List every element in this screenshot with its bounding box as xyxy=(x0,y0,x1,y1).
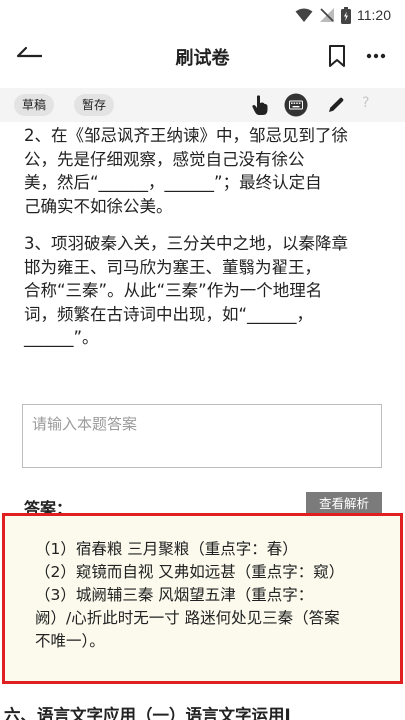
question-2-line: 己确实不如徐公美。 xyxy=(24,196,173,216)
status-icons: 11:20 xyxy=(295,6,391,24)
answer-line: 不唯一）。 xyxy=(35,632,105,650)
question-3-line: 合称“三秦”。从此“三秦”作为一个地理名 xyxy=(24,281,323,300)
more-button[interactable] xyxy=(364,44,388,68)
wifi-icon xyxy=(295,8,313,22)
answer-line: （2）窥镜而自视 又弗如远甚（重点字：窥） xyxy=(35,563,345,581)
more-dots-icon xyxy=(366,53,386,59)
status-time: 11:20 xyxy=(357,7,391,23)
bookmark-icon xyxy=(329,45,345,67)
help-button[interactable]: ? xyxy=(362,95,386,119)
answer-line: 阙）/心折此时无一寸 路迷何处见三秦（答案 xyxy=(35,609,340,627)
question-2-line: 公，先是仔细观察，感觉自己没有徐公 xyxy=(24,149,305,169)
hand-pointer-icon xyxy=(252,95,268,115)
question-2-text: 2、在《邹忌讽齐王纳谏》中，邹忌见到了徐 公，先是仔细观察，感觉自己没有徐公 美… xyxy=(24,124,386,218)
answer-toolbar: 草稿 暂存 ? xyxy=(0,88,405,122)
question-3-line: ______”。 xyxy=(24,328,99,347)
answer-line: （3）城阙辅三秦 风烟望五津（重点字： xyxy=(35,586,314,604)
question-3-line: 词，频繁在古诗词中出现，如“______， xyxy=(24,304,314,324)
answer-panel: （1）宿春粮 三月聚粮（重点字：春） （2）窥镜而自视 又弗如远甚（重点字：窥）… xyxy=(2,513,403,684)
bookmark-button[interactable] xyxy=(326,44,348,68)
hand-tool-button[interactable] xyxy=(248,93,272,117)
draft-button[interactable]: 草稿 xyxy=(14,94,55,116)
keyboard-icon xyxy=(284,93,308,117)
pen-tool-button[interactable] xyxy=(324,93,348,117)
status-bar: 11:20 xyxy=(0,0,405,30)
question-3-line: 邯为雍王、司马欣为塞王、董翳为翟王， xyxy=(24,257,321,277)
question-3-text: 3、项羽破秦入关，三分关中之地，以秦降章 邯为雍王、司马欣为塞王、董翳为翟王， … xyxy=(24,232,386,350)
battery-icon xyxy=(341,6,351,24)
pencil-icon xyxy=(329,97,344,112)
answer-input[interactable]: 请输入本题答案 xyxy=(22,404,382,468)
next-section-title: 六、语言文字应用（一）语言文字运用Ⅰ xyxy=(4,706,291,720)
question-3-line: 3、项羽破秦入关，三分关中之地，以秦降章 xyxy=(24,234,348,253)
question-2-line: 2、在《邹忌讽齐王纳谏》中，邹忌见到了徐 xyxy=(24,126,348,145)
question-2-line: 美，然后“______，______”；最终认定自 xyxy=(24,173,322,192)
save-draft-button[interactable]: 暂存 xyxy=(74,94,115,116)
app-bar: 刷试卷 xyxy=(0,30,405,82)
no-signal-icon xyxy=(320,8,334,22)
answer-line: （1）宿春粮 三月聚粮（重点字：春） xyxy=(35,540,298,558)
keyboard-button[interactable] xyxy=(284,93,308,117)
